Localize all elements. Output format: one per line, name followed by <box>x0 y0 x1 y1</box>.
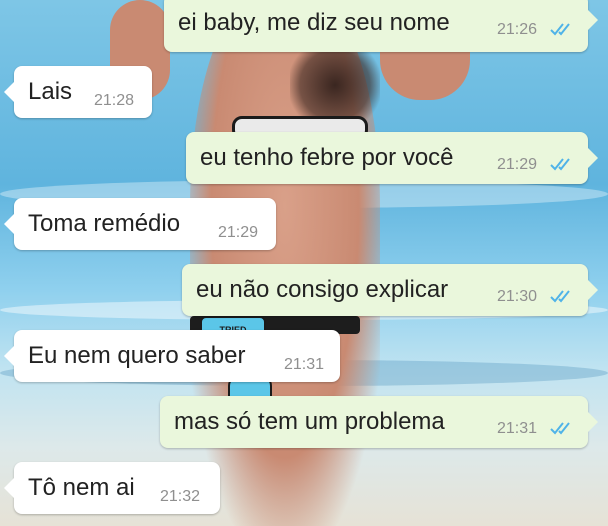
message-time: 21:28 <box>94 92 135 109</box>
message-bubble-incoming[interactable]: Tô nem ai 21:32 <box>4 462 220 514</box>
message-text: mas só tem um problema <box>174 408 445 435</box>
message-text: eu tenho febre por você <box>200 144 454 171</box>
message-time: 21:26 <box>497 21 538 38</box>
message-time: 21:31 <box>284 356 325 373</box>
message-time: 21:29 <box>497 156 538 173</box>
message-text: Toma remédio <box>28 210 181 237</box>
message-bubble-outgoing[interactable]: eu tenho febre por você 21:29 <box>186 132 598 184</box>
message-bubble-incoming[interactable]: Lais 21:28 <box>4 66 152 118</box>
message-time: 21:32 <box>160 488 201 505</box>
double-check-read-icon <box>550 158 570 171</box>
bubble-tail <box>588 10 598 30</box>
message-text: Lais <box>28 78 73 105</box>
message-bubble-outgoing[interactable]: eu não consigo explicar 21:30 <box>182 264 598 316</box>
bubble-tail <box>4 346 14 366</box>
message-bubble-incoming[interactable]: Toma remédio 21:29 <box>4 198 276 250</box>
message-time: 21:30 <box>497 288 538 305</box>
message-time: 21:31 <box>497 420 538 437</box>
double-check-read-icon <box>550 290 570 303</box>
bubble-tail <box>588 412 598 432</box>
bubble-tail <box>4 214 14 234</box>
message-bubble-outgoing[interactable]: ei baby, me diz seu nome 21:26 <box>164 0 598 52</box>
double-check-read-icon <box>550 23 570 36</box>
message-text: ei baby, me diz seu nome <box>178 9 450 36</box>
message-bubble-incoming[interactable]: Eu nem quero saber 21:31 <box>4 330 340 382</box>
message-text: Eu nem quero saber <box>28 342 246 369</box>
bubble-tail <box>4 478 14 498</box>
bubble-tail <box>588 148 598 168</box>
bubble-tail <box>4 82 14 102</box>
message-text: eu não consigo explicar <box>196 276 449 303</box>
bubble-tail <box>588 280 598 300</box>
message-time: 21:29 <box>218 224 259 241</box>
message-bubble-outgoing[interactable]: mas só tem um problema 21:31 <box>160 396 598 448</box>
double-check-read-icon <box>550 422 570 435</box>
message-text: Tô nem ai <box>28 474 135 501</box>
